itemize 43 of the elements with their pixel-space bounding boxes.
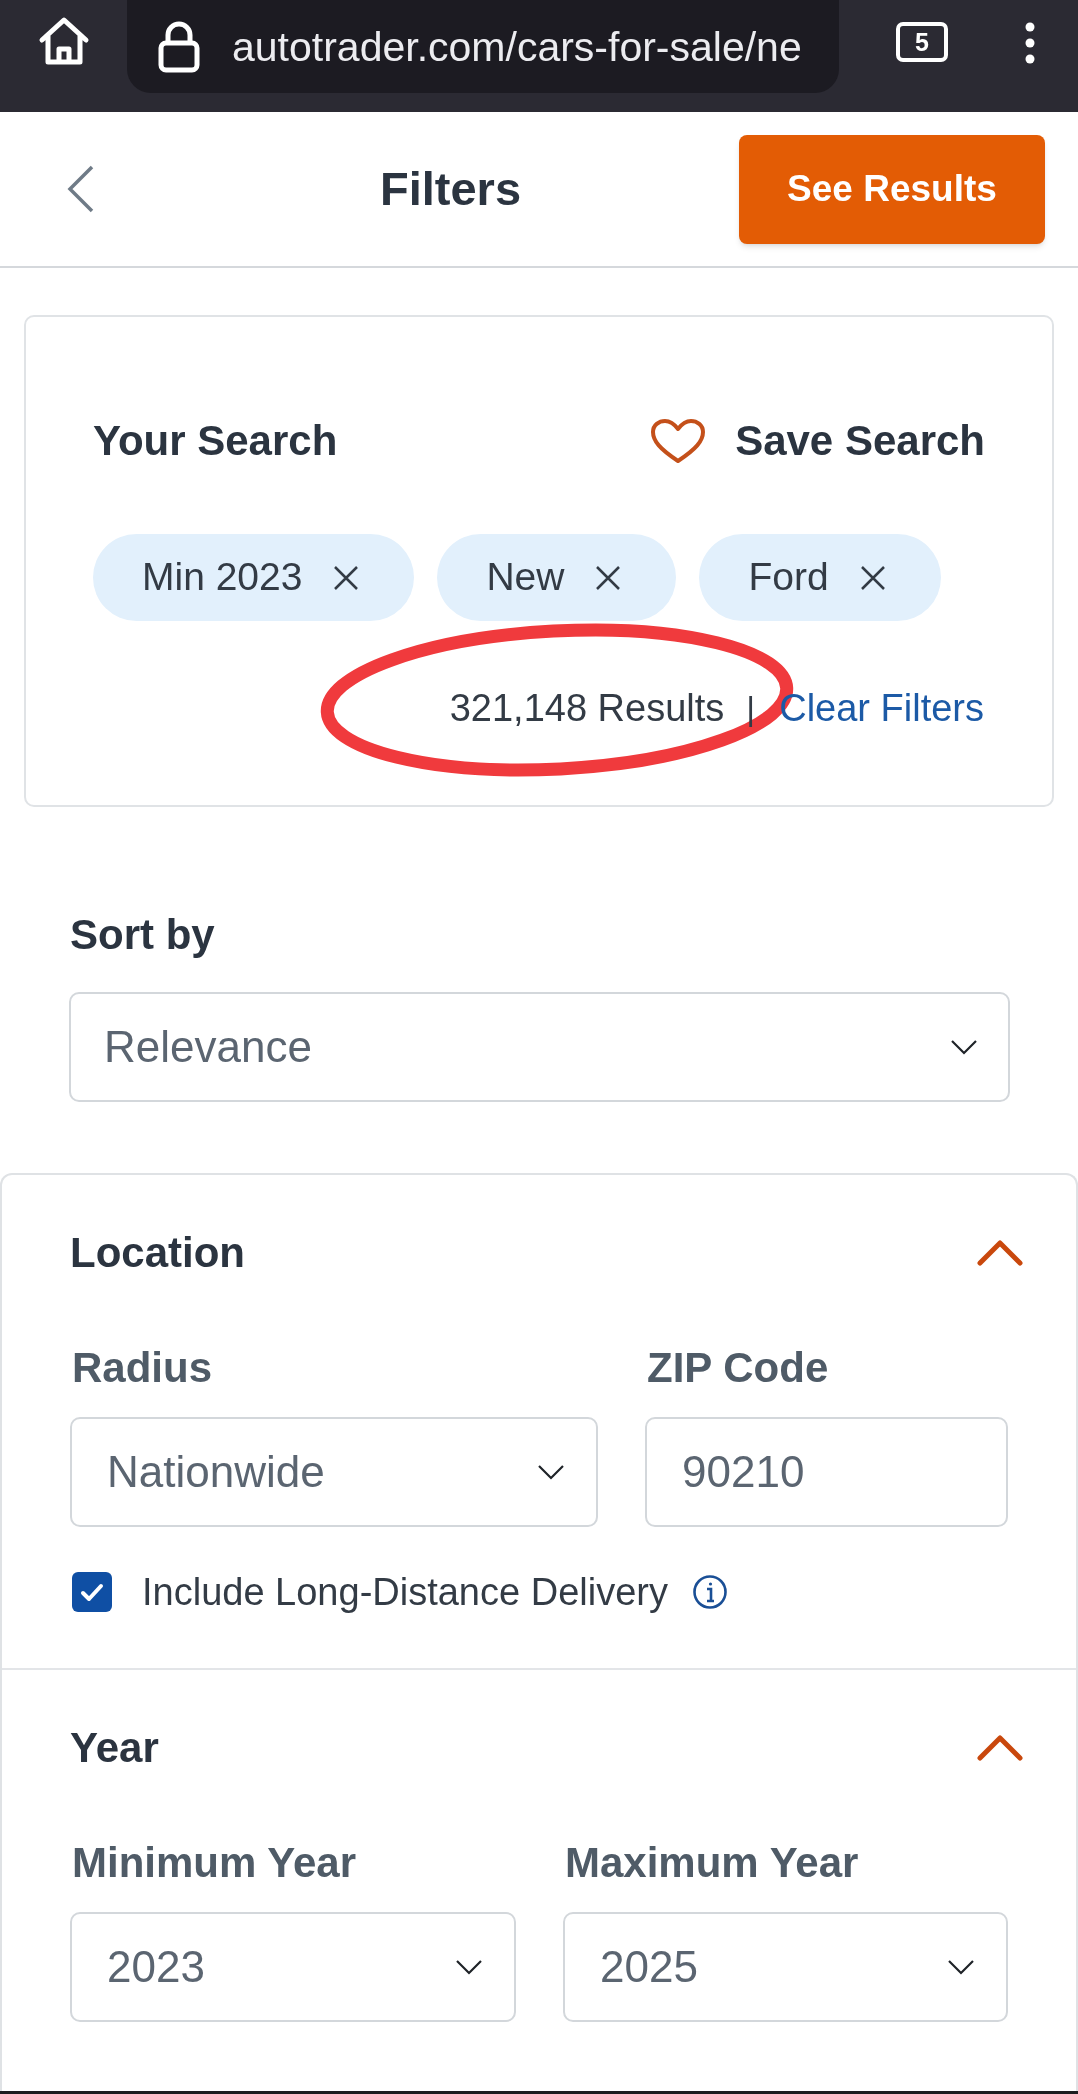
field-label: Maximum Year — [564, 1838, 860, 1888]
chevron-down-icon — [947, 1959, 975, 1975]
close-icon — [595, 564, 622, 591]
chevron-down-icon — [537, 1464, 565, 1480]
close-icon — [859, 564, 886, 591]
page-title: Filters — [380, 161, 522, 217]
field-label: Minimum Year — [71, 1838, 357, 1888]
filter-chip[interactable]: Ford — [699, 534, 941, 621]
tab-count-button[interactable]: 5 — [896, 22, 948, 62]
dropdown[interactable]: Relevance — [69, 992, 1010, 1102]
chevron-down-icon — [455, 1959, 483, 1975]
section-title: Your Search — [93, 416, 338, 466]
dropdown[interactable]: Nationwide — [70, 1417, 598, 1527]
field-label: Radius — [71, 1343, 214, 1393]
lock-icon — [158, 20, 200, 73]
url-text: autotrader.com/cars-for-sale/ne — [232, 22, 802, 72]
section-title: Year — [70, 1723, 159, 1773]
section-title: Location — [70, 1228, 245, 1278]
address-bar[interactable]: autotrader.com/cars-for-sale/ne — [127, 0, 839, 93]
checkmark-icon — [80, 1582, 104, 1602]
clear-filters-link[interactable]: Clear Filters — [779, 686, 984, 731]
home-icon[interactable] — [38, 16, 90, 66]
results-count: 321,148 Results — [449, 686, 725, 731]
chevron-down-icon — [950, 1039, 978, 1055]
save-search-button[interactable]: Save Search — [650, 416, 985, 466]
text-field[interactable]: 90210 — [645, 1417, 1008, 1527]
dropdown[interactable]: 2025 — [563, 1912, 1008, 2022]
heart-icon — [650, 418, 707, 464]
filter-chip[interactable]: Min 2023 — [93, 534, 415, 621]
dropdown[interactable]: 2023 — [70, 1912, 516, 2022]
checkbox-label: Include Long-Distance Delivery — [142, 1569, 668, 1615]
more-menu-icon[interactable] — [1025, 22, 1035, 64]
close-icon — [333, 564, 360, 591]
filter-chip[interactable]: New — [437, 534, 677, 621]
separator: | — [746, 688, 756, 729]
chevron-up-icon[interactable] — [976, 1239, 1024, 1267]
chevron-up-icon[interactable] — [976, 1734, 1024, 1762]
back-icon[interactable] — [67, 165, 95, 213]
checkbox[interactable] — [72, 1572, 112, 1612]
field-label: ZIP Code — [646, 1343, 830, 1393]
field-label: Sort by — [69, 910, 216, 960]
see-results-button[interactable]: See Results — [739, 134, 1045, 244]
info-icon[interactable] — [691, 1574, 728, 1610]
